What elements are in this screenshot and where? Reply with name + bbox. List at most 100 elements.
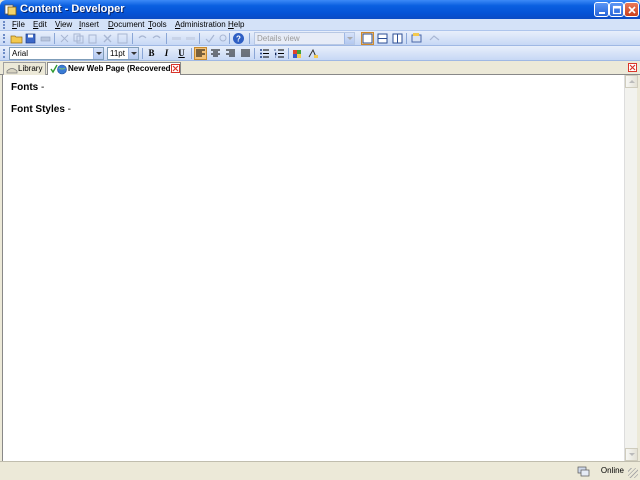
menu-document[interactable]: Document [108, 19, 144, 31]
tab-library[interactable]: Library [3, 62, 46, 75]
vertical-scrollbar[interactable] [624, 75, 638, 461]
document-line-fonts[interactable]: Fonts - [11, 82, 44, 93]
check-globe-icon [50, 64, 67, 75]
justify-button[interactable] [239, 47, 252, 60]
redo-icon [152, 35, 161, 39]
tab-new-web-page-label: New Web Page (Recovered) [68, 64, 174, 73]
toolbar-separator [249, 33, 250, 44]
view-layout-one-button[interactable] [361, 32, 374, 45]
window-title: Content - Developer [20, 3, 125, 15]
tab-library-label: Library [18, 64, 43, 73]
numbered-list-button[interactable] [273, 47, 286, 60]
undo-button[interactable] [136, 32, 149, 45]
chevron-down-icon[interactable] [93, 48, 103, 59]
align-left-icon [196, 49, 205, 57]
toolbar-grip[interactable] [3, 34, 5, 43]
justify-icon [241, 49, 250, 57]
tab-new-web-page[interactable]: New Web Page (Recovered) [47, 62, 181, 76]
highlight-icon [308, 48, 318, 58]
document-editor[interactable]: Fonts - Font Styles - [2, 75, 624, 461]
align-center-button[interactable] [209, 47, 222, 60]
help-icon: ? [233, 33, 244, 44]
remove-row-button[interactable] [184, 32, 197, 45]
view-layout-horizontal-button[interactable] [376, 32, 389, 45]
publish-button[interactable] [428, 32, 441, 45]
align-center-icon [211, 49, 220, 57]
print-button[interactable] [39, 32, 52, 45]
bold-button[interactable]: B [145, 47, 158, 60]
resize-grip[interactable] [628, 468, 638, 478]
close-all-tabs-icon[interactable] [628, 63, 637, 72]
scroll-down-button[interactable] [625, 448, 638, 461]
paste-button[interactable] [86, 32, 99, 45]
redo-button[interactable] [150, 32, 163, 45]
menu-edit[interactable]: Edit [33, 19, 47, 31]
line-heading: Fonts [11, 82, 39, 93]
align-right-icon [226, 49, 235, 57]
delete-button[interactable] [101, 32, 114, 45]
text-color-button[interactable] [291, 47, 304, 60]
numbered-list-icon [274, 49, 284, 58]
menu-file[interactable]: File [12, 19, 25, 31]
view-layout-vertical-button[interactable] [391, 32, 404, 45]
open-button[interactable] [10, 32, 23, 45]
size-select-value: 11pt [110, 49, 125, 58]
close-button[interactable] [624, 2, 639, 17]
toolbar-separator [142, 48, 143, 59]
formatting-toolbar: Arial 11pt B I U [0, 46, 640, 61]
document-line-font-styles[interactable]: Font Styles - [11, 104, 71, 115]
chevron-down-icon[interactable] [344, 33, 354, 44]
close-tab-icon[interactable] [171, 64, 180, 73]
scissors-icon [60, 34, 69, 43]
preview-button[interactable] [410, 32, 423, 45]
highlight-button[interactable] [306, 47, 319, 60]
title-bar: Content - Developer [0, 0, 640, 19]
layout-vertical-icon [392, 33, 403, 44]
spell-check-button[interactable] [203, 32, 216, 45]
align-left-button[interactable] [194, 47, 207, 60]
size-select[interactable]: 11pt [107, 47, 139, 60]
connection-status: Online [600, 466, 624, 475]
line-text: - [64, 104, 72, 115]
svg-text:?: ? [236, 35, 241, 44]
document-tabs: Library New Web Page (Recovered) [0, 61, 640, 76]
library-icon [6, 68, 18, 74]
font-select[interactable]: Arial [9, 47, 104, 60]
toolbar-separator [288, 48, 289, 59]
copy-icon [73, 33, 84, 44]
save-button[interactable] [24, 32, 37, 45]
insert-row-button[interactable] [170, 32, 183, 45]
cut-button[interactable] [58, 32, 71, 45]
toolbar-separator [191, 48, 192, 59]
menu-grip[interactable] [3, 21, 5, 29]
menu-tools[interactable]: Tools [148, 19, 167, 31]
paste-icon [88, 34, 97, 44]
open-folder-icon [10, 35, 23, 44]
minimize-button[interactable] [594, 2, 609, 17]
preview-icon [411, 33, 422, 43]
toolbar-separator [229, 33, 230, 44]
toolbar-grip[interactable] [3, 49, 5, 58]
maximize-button[interactable] [609, 2, 624, 17]
menu-help[interactable]: Help [228, 19, 244, 31]
toolbar-separator [166, 33, 167, 44]
view-select-value: Details view [257, 34, 300, 43]
view-select[interactable]: Details view [254, 32, 355, 45]
copy-button[interactable] [72, 32, 85, 45]
undo-icon [138, 35, 147, 39]
italic-button[interactable]: I [160, 47, 173, 60]
app-icon [4, 4, 17, 16]
underline-button[interactable]: U [175, 47, 188, 60]
menu-view[interactable]: View [55, 19, 72, 31]
layout-single-icon [362, 33, 373, 44]
chevron-down-icon[interactable] [128, 48, 138, 59]
line-text: - [38, 82, 45, 93]
bullet-list-button[interactable] [258, 47, 271, 60]
delete-x-icon [103, 34, 112, 43]
properties-button[interactable] [116, 32, 129, 45]
align-right-button[interactable] [224, 47, 237, 60]
menu-insert[interactable]: Insert [79, 19, 99, 31]
help-button[interactable]: ? [232, 32, 245, 45]
menu-administration[interactable]: Administration [175, 19, 226, 31]
scroll-up-button[interactable] [625, 75, 638, 88]
